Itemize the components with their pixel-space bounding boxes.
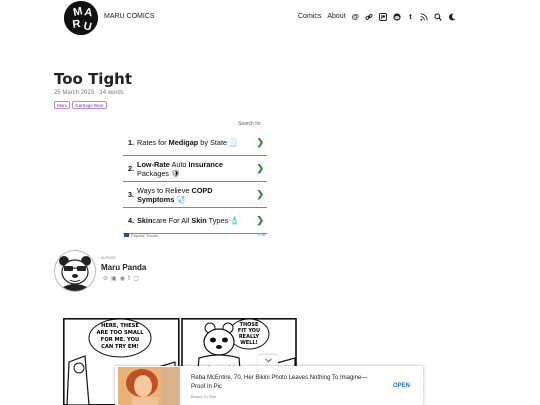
chevron-right-icon[interactable]: ❯: [256, 189, 267, 200]
ad-choices-icon[interactable]: ▷⊘: [258, 232, 266, 238]
chevron-right-icon[interactable]: ❯: [256, 137, 267, 148]
ad-item-number: 4.: [128, 216, 135, 225]
author-kicker: AUTHOR: [101, 256, 116, 260]
ad-item-text: Low-Rate Auto Insurance Packages 🛡: [137, 159, 223, 178]
sticky-ad-title[interactable]: Reba McEntire, 70, Her Bikini Photo Leav…: [191, 374, 371, 391]
ad-item-skincare[interactable]: 4. Skincare For All Skin Types 🧴 ❯: [123, 208, 267, 234]
ad-item-text: Rates for Medigap by State 🧾: [137, 138, 239, 147]
site-title[interactable]: MARU COMICS: [104, 13, 155, 20]
author-name[interactable]: Maru Panda: [101, 263, 146, 272]
ad-item-text: Skincare For All Skin Types 🧴: [137, 216, 240, 225]
reddit-icon[interactable]: ◉: [120, 275, 125, 282]
ad-item-number: 2.: [128, 164, 135, 173]
receipt-emoji-icon: 🧾: [229, 138, 239, 147]
tag-list: Maru Garbage Bear: [54, 101, 107, 109]
ad-item-number: 1.: [128, 138, 135, 147]
author-avatar[interactable]: [54, 250, 96, 292]
ad-footer: Popular Trends ▷⊘: [124, 232, 266, 238]
ad-item-copd[interactable]: 3. Ways to Relieve COPD Symptoms 🩺 ❯: [123, 182, 267, 208]
patreon-icon[interactable]: [378, 12, 387, 21]
chat-icon[interactable]: ▢: [133, 275, 139, 282]
link-icon[interactable]: [365, 13, 373, 21]
chevron-right-icon[interactable]: ❯: [256, 163, 267, 174]
ad-item-number: 3.: [128, 190, 135, 199]
ad-thumbnail-image[interactable]: [118, 367, 180, 405]
ad-item-auto-insurance[interactable]: 2. Low-Rate Auto Insurance Packages 🛡 ❯: [123, 156, 267, 182]
reddit-icon[interactable]: [393, 12, 401, 21]
tumblr-icon[interactable]: t: [407, 12, 414, 21]
ad-source[interactable]: Popular Trends: [124, 233, 158, 238]
sticky-ad-toggle[interactable]: [258, 355, 278, 366]
post-meta: 25 March 2023 · 14 words: [54, 90, 124, 96]
tumblr-icon[interactable]: t: [128, 275, 130, 282]
ad-item-medigap[interactable]: 1. Rates for Medigap by State 🧾 ❯: [123, 130, 267, 156]
moon-icon[interactable]: [448, 13, 456, 21]
panda-avatar-icon: [59, 256, 91, 291]
chevron-down-icon: [264, 358, 272, 363]
sticky-ad-open-button[interactable]: OPEN: [393, 383, 410, 389]
sticky-ad-source: Bonus To Film: [191, 394, 217, 399]
sticky-ad-banner[interactable]: Reba McEntire, 70, Her Bikini Photo Leav…: [115, 366, 423, 405]
author-social-links: ⊘ ▣ ◉ t ▢: [103, 275, 139, 282]
link-icon[interactable]: ⊘: [103, 275, 108, 282]
site-logo[interactable]: M A R U: [64, 1, 98, 35]
maru-logo-icon: M A R U: [64, 1, 98, 35]
main-nav: Comics About @ t: [298, 12, 456, 21]
comic-bubble-line: HERE, THESE: [101, 323, 139, 329]
nav-about-link[interactable]: About: [327, 13, 345, 20]
post-date: 25 March 2023: [54, 90, 95, 96]
stethoscope-emoji-icon: 🩺: [176, 194, 186, 204]
ad-search-for-label: Search for: [238, 121, 262, 127]
at-icon[interactable]: @: [352, 12, 359, 21]
post-word-count: 14 words: [99, 90, 124, 96]
chevron-right-icon[interactable]: ❯: [256, 215, 267, 226]
comic-bubble-line: CAN TRY EM!: [101, 344, 139, 350]
comic-bubble-line: FOR ME. YOU: [101, 337, 139, 343]
comic-bubble-line: ARE TOO SMALL: [96, 330, 144, 336]
rss-icon[interactable]: [420, 12, 428, 21]
comic-bubble-line: WELL!: [240, 340, 258, 346]
ad-item-text: Ways to Relieve COPD Symptoms 🩺: [137, 185, 213, 204]
tag-garbage-bear[interactable]: Garbage Bear: [72, 101, 107, 109]
ad-source-logo-icon: [124, 233, 129, 237]
post-title: Too Tight: [54, 70, 133, 88]
search-icon[interactable]: [434, 12, 442, 21]
lotion-emoji-icon: 🧴: [230, 216, 240, 225]
tag-maru[interactable]: Maru: [54, 101, 71, 109]
nav-comics-link[interactable]: Comics: [298, 13, 321, 20]
patreon-icon[interactable]: ▣: [111, 275, 117, 282]
ad-search-list: 1. Rates for Medigap by State 🧾 ❯ 2. Low…: [123, 130, 267, 234]
meta-separator: ·: [95, 90, 98, 96]
shield-emoji-icon: 🛡: [171, 168, 181, 178]
